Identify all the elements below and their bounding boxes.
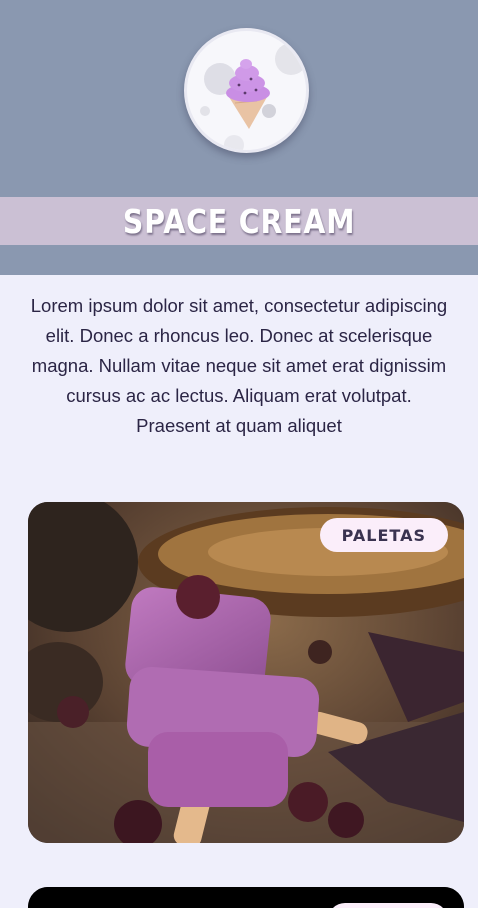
category-badge[interactable]	[328, 903, 448, 908]
intro-text: Lorem ipsum dolor sit amet, consectetur …	[30, 295, 448, 436]
title-band: SPACE CREAM	[0, 197, 478, 245]
berry-popsicles-photo	[28, 502, 464, 843]
site-title: SPACE CREAM	[122, 201, 356, 241]
product-card[interactable]	[28, 887, 464, 908]
logo[interactable]	[184, 28, 309, 153]
category-badge[interactable]: PALETAS	[319, 518, 448, 552]
product-card[interactable]: PALETAS	[28, 502, 464, 843]
site-header: SPACE CREAM	[0, 0, 478, 275]
ice-cream-moon-icon	[200, 43, 306, 150]
